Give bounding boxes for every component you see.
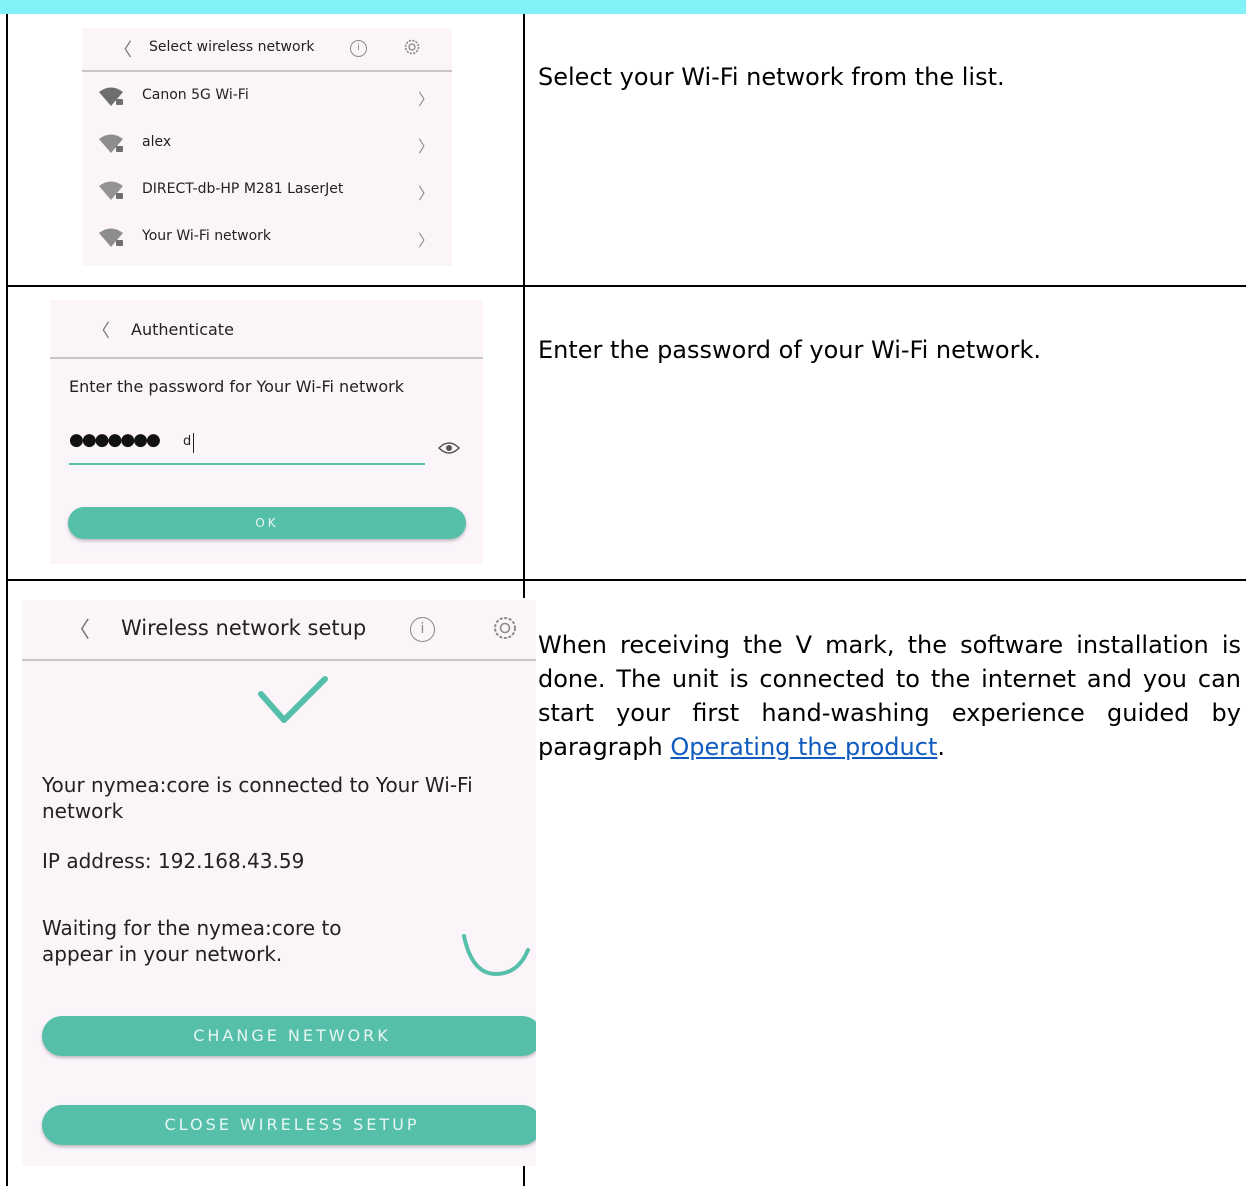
password-mask: ●●●●●●● (69, 430, 161, 450)
top-color-bar (0, 0, 1246, 14)
wifi-locked-icon (99, 228, 123, 247)
step-2-description: Enter the password of your Wi-Fi network… (538, 336, 1041, 364)
network-list-item[interactable]: alex 〉 (82, 121, 452, 168)
wifi-locked-icon (99, 87, 123, 106)
select-network-screenshot: 〈 Select wireless network i Canon 5G Wi-… (82, 28, 452, 266)
settings-gear-icon[interactable] (403, 38, 421, 56)
ip-address: IP address: 192.168.43.59 (42, 849, 305, 873)
operating-the-product-link[interactable]: Operating the product (670, 733, 937, 761)
back-chevron-icon[interactable]: 〈 (114, 36, 132, 62)
table-border-left (6, 14, 8, 1186)
network-name: DIRECT-db-HP M281 LaserJet (142, 181, 344, 197)
table-row-divider-1 (6, 285, 1246, 287)
change-network-button[interactable]: CHANGE NETWORK (42, 1016, 536, 1056)
loading-spinner-icon (462, 934, 530, 977)
info-icon[interactable]: i (350, 40, 367, 57)
password-last-char: d (183, 434, 192, 449)
step-3-text-end: . (937, 733, 945, 761)
text-cursor (193, 433, 194, 453)
wireless-setup-screenshot: 〈 Wireless network setup i Your nymea:co… (22, 600, 536, 1166)
table-row-divider-2 (6, 579, 1246, 581)
screen-title: Authenticate (131, 320, 234, 339)
network-name: Canon 5G Wi-Fi (142, 87, 249, 103)
screen-title: Select wireless network (149, 39, 315, 55)
network-list-item[interactable]: Your Wi-Fi network 〉 (82, 215, 452, 262)
chevron-right-icon: 〉 (417, 184, 434, 203)
password-prompt: Enter the password for Your Wi-Fi networ… (69, 377, 404, 396)
chevron-right-icon: 〉 (417, 231, 434, 250)
settings-gear-icon[interactable] (492, 615, 518, 641)
back-chevron-icon[interactable]: 〈 (68, 612, 90, 644)
waiting-message: Waiting for the nymea:core to appear in … (42, 916, 342, 966)
step-1-description: Select your Wi-Fi network from the list. (538, 63, 1005, 91)
back-chevron-icon[interactable]: 〈 (92, 317, 110, 343)
wifi-locked-icon (99, 181, 123, 200)
network-name: alex (142, 134, 172, 150)
network-name: Your Wi-Fi network (142, 228, 272, 244)
table-border-middle-1 (523, 14, 525, 598)
password-field[interactable]: ●●●●●●● d (69, 425, 425, 465)
wifi-locked-icon (99, 134, 123, 153)
show-password-eye-icon[interactable] (438, 441, 460, 455)
network-list-item[interactable]: Canon 5G Wi-Fi 〉 (82, 74, 452, 121)
info-icon[interactable]: i (410, 617, 435, 642)
chevron-right-icon: 〉 (417, 137, 434, 156)
step-3-description: When receiving the V mark, the software … (538, 628, 1241, 764)
chevron-right-icon: 〉 (417, 90, 434, 109)
connected-message: Your nymea:core is connected to Your Wi-… (42, 773, 473, 823)
checkmark-icon (258, 676, 328, 723)
close-wireless-setup-button[interactable]: CLOSE WIRELESS SETUP (42, 1105, 536, 1145)
ok-button[interactable]: OK (68, 507, 466, 539)
screen-title: Wireless network setup (121, 616, 367, 640)
authenticate-screenshot: 〈 Authenticate Enter the password for Yo… (50, 300, 483, 564)
network-list-item[interactable]: DIRECT-db-HP M281 LaserJet 〉 (82, 168, 452, 215)
